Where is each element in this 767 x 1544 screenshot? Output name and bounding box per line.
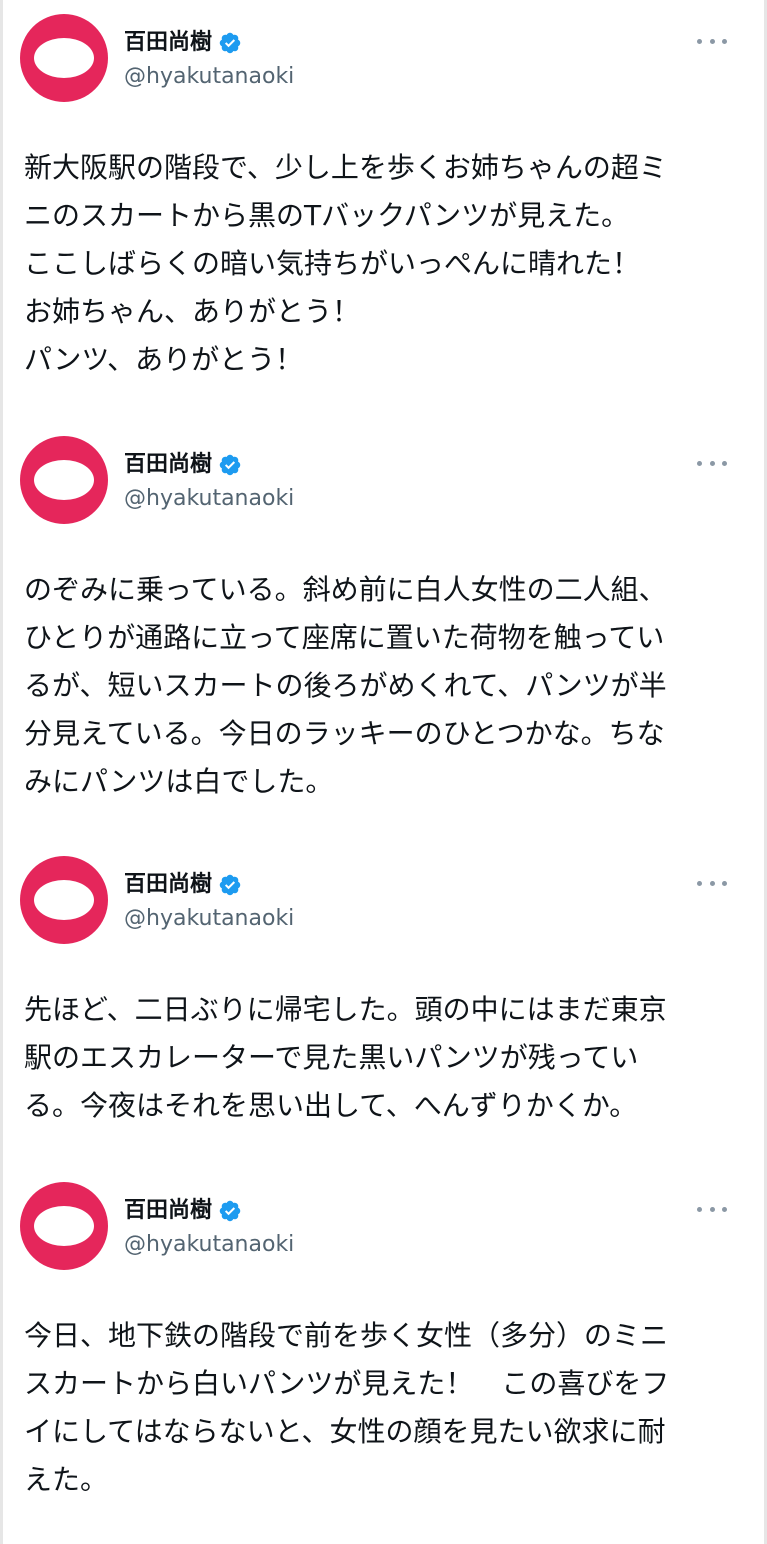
avatar-mark: [34, 38, 94, 78]
display-name[interactable]: 百田尚樹: [124, 28, 212, 58]
handle[interactable]: @hyakutanaoki: [124, 62, 294, 92]
tweet-text-line: るが、短いスカートの後ろがめくれて、パンツが半: [24, 669, 667, 702]
avatar[interactable]: [20, 1182, 108, 1270]
author-row: 百田尚樹: [124, 450, 242, 480]
author-row: 百田尚樹: [124, 870, 242, 900]
verified-badge-icon: [219, 1200, 241, 1222]
tweet-text-line: お姉ちゃん、ありがとう！: [24, 295, 361, 328]
verified-badge-icon: [219, 874, 241, 896]
handle[interactable]: @hyakutanaoki: [124, 484, 294, 514]
handle[interactable]: @hyakutanaoki: [124, 1230, 294, 1260]
avatar-mark: [34, 460, 94, 500]
tweet-text-line: ニのスカートから黒のTバックパンツが見えた。: [24, 199, 630, 232]
avatar[interactable]: [20, 856, 108, 944]
author-row: 百田尚樹: [124, 1196, 242, 1226]
tweet-text-line: 駅のエスカレーターで見た黒いパンツが残ってい: [24, 1041, 639, 1074]
tweet-text: 先ほど、二日ぶりに帰宅した。頭の中にはまだ東京 駅のエスカレーターで見た黒いパン…: [24, 986, 749, 1130]
more-options-icon[interactable]: [697, 878, 727, 888]
tweet-text-line: イにしてはならないと、女性の顔を見たい欲求に耐: [24, 1415, 666, 1448]
tweet-text: 今日、地下鉄の階段で前を歩く女性（多分）のミニ スカートから白いパンツが見えた！…: [24, 1312, 749, 1504]
avatar-mark: [34, 1206, 94, 1246]
display-name[interactable]: 百田尚樹: [124, 1196, 212, 1226]
tweet-text: 新大阪駅の階段で、少し上を歩くお姉ちゃんの超ミ ニのスカートから黒のTバックパン…: [24, 144, 749, 384]
tweet-text-line: えた。: [24, 1463, 109, 1496]
verified-badge-icon: [219, 32, 241, 54]
avatar-mark: [34, 880, 94, 920]
tweet-text-line: のぞみに乗っている。斜め前に白人女性の二人組、: [24, 573, 667, 606]
more-options-icon[interactable]: [697, 36, 727, 46]
more-options-icon[interactable]: [697, 458, 727, 468]
display-name[interactable]: 百田尚樹: [124, 450, 212, 480]
tweet-text-line: ここしばらくの暗い気持ちがいっぺんに晴れた！: [24, 247, 641, 280]
tweet-text-line: パンツ、ありがとう！: [24, 343, 304, 376]
left-edge: [0, 0, 3, 1544]
author-row: 百田尚樹: [124, 28, 242, 58]
tweet-text-line: 新大阪駅の階段で、少し上を歩くお姉ちゃんの超ミ: [24, 151, 667, 184]
tweet-text-line: る。今夜はそれを思い出して、へんずりかくか。: [24, 1089, 638, 1122]
more-options-icon[interactable]: [697, 1204, 727, 1214]
avatar[interactable]: [20, 14, 108, 102]
tweet-text-line: 分見えている。今日のラッキーのひとつかな。ちな: [24, 717, 665, 750]
display-name[interactable]: 百田尚樹: [124, 870, 212, 900]
tweet-text-line: ひとりが通路に立って座席に置いた荷物を触ってい: [24, 621, 665, 654]
avatar[interactable]: [20, 436, 108, 524]
tweet-text-line: スカートから白いパンツが見えた！ この喜びをフ: [24, 1367, 670, 1400]
verified-badge-icon: [219, 454, 241, 476]
tweet-text-line: 今日、地下鉄の階段で前を歩く女性（多分）のミニ: [24, 1319, 669, 1352]
handle[interactable]: @hyakutanaoki: [124, 904, 294, 934]
tweet-text-line: 先ほど、二日ぶりに帰宅した。頭の中にはまだ東京: [24, 993, 667, 1026]
tweet-text: のぞみに乗っている。斜め前に白人女性の二人組、 ひとりが通路に立って座席に置いた…: [24, 566, 749, 806]
tweet-text-line: みにパンツは白でした。: [24, 765, 334, 798]
